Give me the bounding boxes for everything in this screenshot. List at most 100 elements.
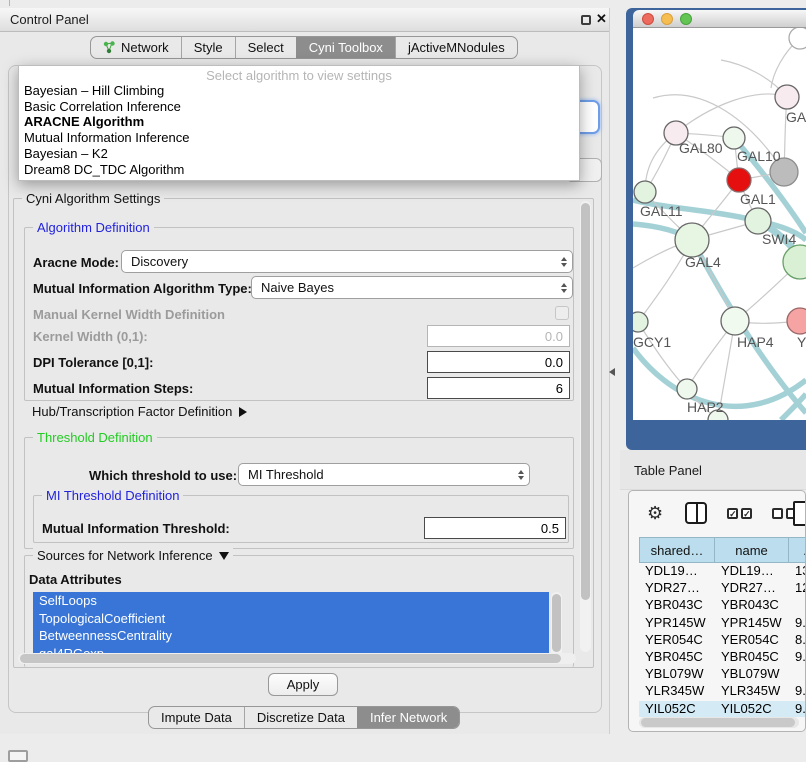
table-row[interactable]: YBR043CYBR043C (639, 597, 806, 614)
table-row[interactable]: YLR345WYLR345W9. (639, 683, 806, 700)
attribute-item-selfloops[interactable]: SelfLoops (33, 592, 549, 610)
network-node[interactable] (634, 181, 656, 203)
tab-cyni-toolbox[interactable]: Cyni Toolbox (296, 37, 395, 58)
mac-minimize-icon[interactable] (661, 13, 673, 25)
table-cell: 12 (789, 580, 806, 597)
table-cell: 9. (789, 615, 806, 632)
network-node[interactable] (787, 308, 806, 334)
scrollbar-thumb[interactable] (581, 203, 590, 600)
tab-style[interactable]: Style (181, 37, 235, 58)
network-node[interactable] (783, 245, 806, 279)
tab-infer-network[interactable]: Infer Network (357, 707, 459, 728)
table-row[interactable]: YBL079WYBL079W (639, 666, 806, 683)
attribute-item-betweennesscentrality[interactable]: BetweennessCentrality (33, 627, 549, 645)
gear-icon[interactable]: ⚙ (647, 503, 663, 524)
node-label-swi4: SWI4 (762, 231, 796, 247)
table-cell: YBR045C (715, 649, 789, 666)
tab-network[interactable]: Network (91, 37, 181, 58)
table-row[interactable]: YPR145WYPR145W9. (639, 615, 806, 632)
table-horizontal-scrollbar[interactable] (639, 717, 799, 728)
manual-kernel-label: Manual Kernel Width Definition (33, 307, 225, 322)
network-canvas[interactable]: GALGAL80GAL10GAL1GAL11SWI4GAL4GCY1HAP4YH… (633, 28, 806, 420)
network-node[interactable] (727, 168, 751, 192)
apply-button[interactable]: Apply (268, 673, 338, 696)
network-node[interactable] (723, 127, 745, 149)
dropdown-item-bayesian-k2[interactable]: Bayesian – K2 (19, 146, 579, 162)
table-cell: YBR045C (639, 649, 715, 666)
attribute-item-topologicalcoefficient[interactable]: TopologicalCoefficient (33, 610, 549, 628)
table-panel-title: Table Panel (634, 463, 702, 478)
stepper-arrows-icon (513, 464, 529, 485)
scrollbar-thumb[interactable] (20, 654, 561, 663)
control-panel-titlebar: Control Panel ✕ (0, 8, 609, 32)
dropdown-item-basic-correlation-inference[interactable]: Basic Correlation Inference (19, 99, 579, 115)
control-panel-title: Control Panel (10, 12, 89, 27)
mi-type-combo[interactable]: Naive Bayes (251, 276, 573, 299)
network-node[interactable] (675, 223, 709, 257)
table-cell: YPR145W (639, 615, 715, 632)
manual-kernel-checkbox[interactable] (555, 306, 569, 320)
table-row[interactable]: YDL19…YDL19…13 (639, 563, 806, 580)
network-node[interactable] (775, 85, 799, 109)
sheet-icon[interactable] (793, 501, 806, 526)
split-pane-collapse-arrow[interactable] (609, 368, 615, 376)
minimized-panel-icon[interactable] (8, 750, 28, 762)
which-threshold-combo[interactable]: MI Threshold (238, 463, 530, 486)
network-icon (103, 41, 116, 54)
algorithm-dropdown-popup: Select algorithm to view settings Bayesi… (18, 65, 580, 181)
table-cell: 8. (789, 632, 806, 649)
tab-jactivemnodules[interactable]: jActiveMNodules (395, 37, 517, 58)
node-label-gal4: GAL4 (685, 254, 721, 270)
dpi-tolerance-label: DPI Tolerance [0,1]: (33, 355, 153, 370)
aracne-mode-combo[interactable]: Discovery (121, 250, 573, 273)
node-label-gal10: GAL10 (737, 148, 781, 164)
split-columns-icon[interactable] (685, 502, 707, 524)
table-cell: YDL19… (715, 563, 789, 580)
table-cell: YPR145W (715, 615, 789, 632)
network-node[interactable] (721, 307, 749, 335)
hub-definition-toggle[interactable]: Hub/Transcription Factor Definition (32, 404, 247, 419)
dropdown-item-dream8-dc-tdc-algorithm[interactable]: Dream8 DC_TDC Algorithm (19, 162, 579, 178)
cyni-algorithm-settings-group: Cyni Algorithm Settings Algorithm Defini… (13, 198, 594, 668)
table-row[interactable]: YBR045CYBR045C9. (639, 649, 806, 666)
settings-horizontal-scrollbar[interactable] (18, 653, 576, 664)
tab-discretize-data[interactable]: Discretize Data (244, 707, 357, 728)
stepper-arrows-icon (556, 251, 572, 272)
network-node[interactable] (789, 28, 806, 49)
mac-close-icon[interactable] (642, 13, 654, 25)
network-node[interactable] (677, 379, 697, 399)
dropdown-item-bayesian-hill-climbing[interactable]: Bayesian – Hill Climbing (19, 83, 579, 99)
tab-select[interactable]: Select (235, 37, 296, 58)
float-window-icon[interactable] (581, 15, 591, 25)
table-row[interactable]: YIL052CYIL052C9. (639, 701, 806, 718)
node-label-y: Y (797, 334, 806, 350)
table-cell: 9. (789, 701, 806, 718)
tab-impute-data[interactable]: Impute Data (149, 707, 244, 728)
table-cell: YDR27… (639, 580, 715, 597)
settings-vertical-scrollbar[interactable] (580, 201, 591, 652)
mi-steps-field[interactable]: 6 (427, 377, 570, 399)
table-row[interactable]: YDR27…YDR27…12 (639, 580, 806, 597)
network-node[interactable] (633, 312, 648, 332)
table-rows: YDL19…YDL19…13YDR27…YDR27…12YBR043CYBR04… (639, 563, 806, 717)
sources-group: Sources for Network Inference Data Attri… (24, 555, 574, 667)
table-row[interactable]: YER054CYER054C8. (639, 632, 806, 649)
column-header-name[interactable]: name (715, 537, 789, 563)
sources-title[interactable]: Sources for Network Inference (33, 548, 233, 563)
which-threshold-label: Which threshold to use: (89, 468, 237, 483)
table-toolbar: ⚙ ✓✓ (629, 491, 805, 535)
scrollbar-thumb[interactable] (552, 594, 561, 652)
dropdown-item-mutual-information-inference[interactable]: Mutual Information Inference (19, 130, 579, 146)
mi-threshold-title: MI Threshold Definition (42, 488, 183, 503)
mac-zoom-icon[interactable] (680, 13, 692, 25)
select-all-checks-icon[interactable]: ✓✓ (727, 508, 752, 519)
close-icon[interactable]: ✕ (596, 11, 607, 27)
mi-steps-label: Mutual Information Steps: (33, 381, 193, 396)
scrollbar-thumb[interactable] (641, 718, 795, 727)
kernel-width-field[interactable]: 0.0 (427, 325, 570, 347)
column-header-a[interactable]: A (789, 537, 806, 563)
dpi-tolerance-field[interactable]: 0.0 (427, 351, 570, 373)
mi-threshold-field[interactable]: 0.5 (424, 517, 566, 539)
column-header-shared[interactable]: shared… (639, 537, 715, 563)
dropdown-item-aracne-algorithm[interactable]: ARACNE Algorithm (19, 114, 579, 130)
